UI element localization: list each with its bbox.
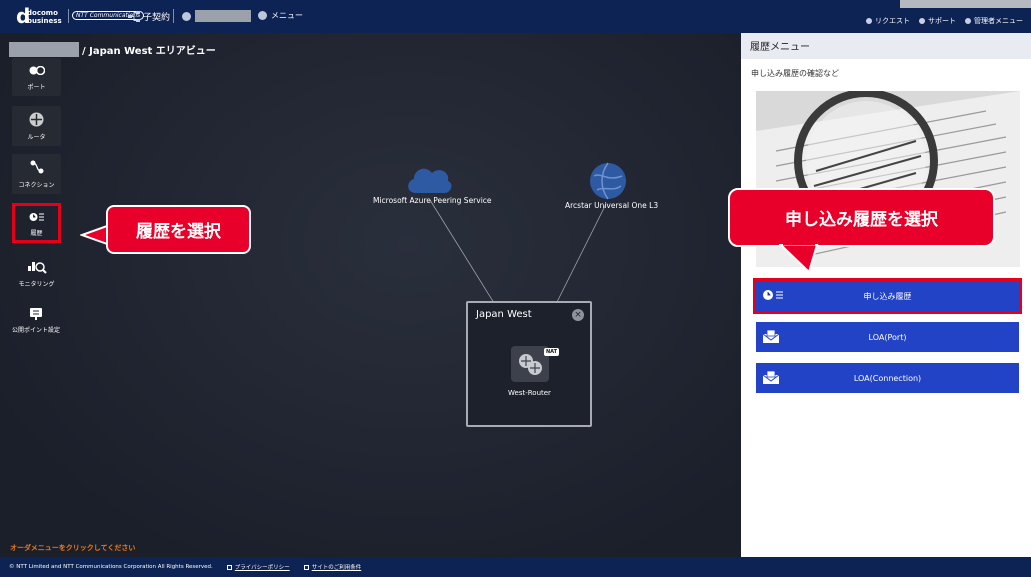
order-hint: オーダメニューをクリックしてください xyxy=(10,544,136,552)
gear-icon xyxy=(965,18,971,24)
top-header: d docomo business NTT Communications 子契約… xyxy=(0,0,1031,33)
privacy-label: プライバシーポリシー xyxy=(234,565,290,571)
cloud-icon[interactable] xyxy=(404,161,454,199)
envelope-icon xyxy=(762,370,780,386)
external-link-icon xyxy=(226,564,232,570)
logo-text-line1: docomo xyxy=(27,9,58,17)
support-label: サポート xyxy=(928,17,956,25)
header-links: リクエスト サポート 管理者メニュー xyxy=(866,16,1023,26)
envelope-icon xyxy=(762,329,780,345)
callout-pointer xyxy=(779,244,819,274)
panel-subtitle: 申し込み履歴の確認など xyxy=(751,69,839,78)
globe-icon[interactable] xyxy=(589,162,627,204)
close-icon[interactable]: × xyxy=(572,309,584,321)
area-title: Japan West xyxy=(476,309,532,320)
account-icon xyxy=(182,11,191,21)
footer: © NTT Limited and NTT Communications Cor… xyxy=(0,557,1031,577)
help-icon xyxy=(919,18,925,24)
topology-links xyxy=(429,199,607,349)
logo-text-line2: business xyxy=(27,17,62,25)
person-icon xyxy=(866,18,872,24)
redacted-account-name xyxy=(195,10,251,22)
copyright: © NTT Limited and NTT Communications Cor… xyxy=(9,564,213,570)
history-list-icon xyxy=(762,289,784,303)
menu-check-icon xyxy=(258,11,267,20)
support-link[interactable]: サポート xyxy=(919,16,956,26)
account-selector[interactable] xyxy=(182,10,251,22)
menu-label: メニュー xyxy=(271,11,303,20)
redacted-header-area xyxy=(900,0,1031,8)
request-link[interactable]: リクエスト xyxy=(866,16,910,26)
request-label: リクエスト xyxy=(875,17,910,25)
header-divider xyxy=(173,9,174,23)
external-link-icon xyxy=(303,564,309,570)
header-divider xyxy=(68,9,69,23)
terms-of-use-link[interactable]: サイトのご利用条件 xyxy=(303,563,362,571)
router-label: West-Router xyxy=(508,389,551,397)
loa-connection-button[interactable]: LOA(Connection) xyxy=(756,363,1019,393)
callout-select-application-history: 申し込み履歴を選択 xyxy=(728,188,995,247)
node-label-arcstar: Arcstar Universal One L3 xyxy=(565,201,659,210)
docomo-business-logo[interactable]: d docomo business xyxy=(16,5,66,29)
contract-selector[interactable]: 子契約 xyxy=(128,10,170,23)
button-label: 申し込み履歴 xyxy=(863,291,912,301)
loa-port-button[interactable]: LOA(Port) xyxy=(756,322,1019,352)
contract-label: 子契約 xyxy=(143,13,171,23)
hierarchy-icon xyxy=(128,11,140,22)
area-box-japan-west[interactable]: Japan West × NAT West-Router xyxy=(466,301,592,427)
admin-menu-link[interactable]: 管理者メニュー xyxy=(965,16,1023,26)
admin-menu-label: 管理者メニュー xyxy=(974,17,1023,25)
area-view-canvas[interactable]: / Japan West エリアビュー ポート ルータ コネクション 履歴 モニ… xyxy=(0,33,741,557)
node-label-azure: Microsoft Azure Peering Service xyxy=(373,196,492,205)
button-label: LOA(Connection) xyxy=(853,373,922,383)
terms-label: サイトのご利用条件 xyxy=(311,565,362,571)
nat-badge: NAT xyxy=(544,348,560,356)
menu-button[interactable]: メニュー xyxy=(258,10,303,21)
application-history-button[interactable]: 申し込み履歴 xyxy=(753,278,1022,314)
history-menu-panel: 履歴メニュー 申し込み履歴の確認など 申し込み履歴を選択 申し込み履歴 LOA(… xyxy=(728,33,1031,557)
panel-title: 履歴メニュー xyxy=(741,33,1031,59)
button-label: LOA(Port) xyxy=(868,332,907,342)
privacy-policy-link[interactable]: プライバシーポリシー xyxy=(226,563,290,571)
